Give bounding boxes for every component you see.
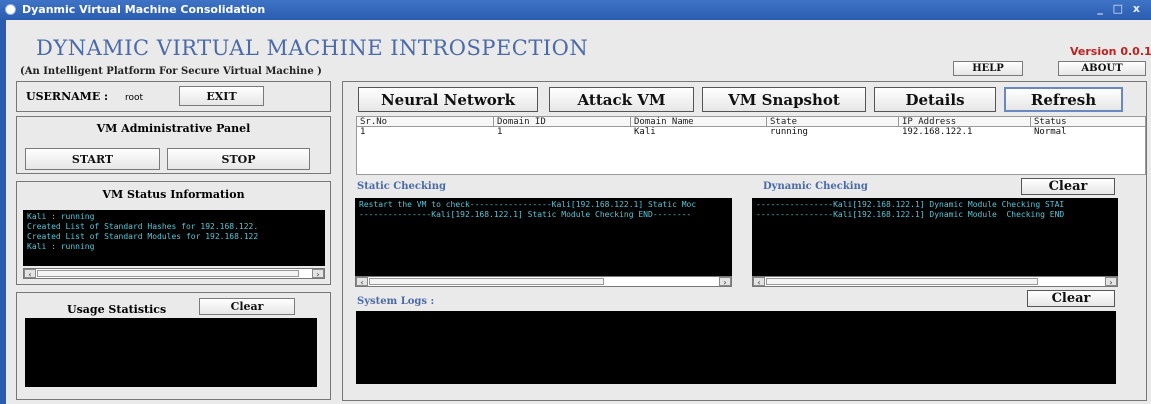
scroll-left-icon[interactable]: ‹ (356, 277, 368, 287)
dynamic-checking-log: ----------------Kali[192.168.122.1] Dyna… (752, 198, 1118, 276)
admin-panel: VM Administrative Panel START STOP (16, 116, 331, 174)
scroll-right-icon[interactable]: › (719, 277, 731, 287)
usage-panel-title: Usage Statistics (67, 303, 167, 316)
about-button[interactable]: ABOUT (1058, 61, 1146, 76)
scroll-left-icon[interactable]: ‹ (753, 277, 765, 287)
column-header-ip-address[interactable]: IP Address (899, 117, 1031, 127)
vm-table: Sr.No Domain ID Domain Name State IP Add… (356, 116, 1146, 175)
user-panel: USERNAME : root EXIT (16, 81, 331, 112)
cell-srno: 1 (360, 127, 366, 137)
refresh-button[interactable]: Refresh (1004, 87, 1123, 112)
attack-vm-button[interactable]: Attack VM (549, 87, 694, 112)
exit-button[interactable]: EXIT (179, 86, 264, 106)
status-panel-title: VM Status Information (102, 188, 245, 201)
stop-button[interactable]: STOP (167, 148, 310, 170)
scroll-right-icon[interactable]: › (312, 269, 324, 279)
dynamic-log-scrollbar[interactable]: ‹ › (752, 276, 1118, 287)
static-checking-title: Static Checking (357, 181, 446, 192)
column-header-srno[interactable]: Sr.No (357, 117, 494, 127)
usage-panel: Usage Statistics Clear (16, 292, 331, 400)
column-header-domain-id[interactable]: Domain ID (494, 117, 631, 127)
page-subtitle: (An Intelligent Platform For Secure Virt… (20, 66, 322, 77)
admin-panel-title: VM Administrative Panel (96, 122, 251, 135)
username-value: root (125, 93, 144, 103)
scroll-right-icon[interactable]: › (1105, 277, 1117, 287)
window-titlebar: Dyanmic Virtual Machine Consolidation _ … (0, 0, 1151, 20)
dynamic-checking-title: Dynamic Checking (763, 181, 868, 192)
scrollbar-thumb[interactable] (369, 278, 604, 285)
cell-domain-id: 1 (497, 127, 503, 137)
status-log: Kali : running Created List of Standard … (23, 210, 325, 266)
username-label: USERNAME : (26, 90, 109, 103)
vm-snapshot-button[interactable]: VM Snapshot (702, 87, 866, 112)
status-panel: VM Status Information Kali : running Cre… (16, 181, 331, 285)
start-button[interactable]: START (25, 148, 160, 170)
scrollbar-thumb[interactable] (766, 278, 1038, 285)
usage-chart-area (25, 318, 317, 387)
details-button[interactable]: Details (874, 87, 996, 112)
column-header-state[interactable]: State (767, 117, 899, 127)
cell-status: Normal (1034, 127, 1067, 137)
column-header-domain-name[interactable]: Domain Name (631, 117, 767, 127)
cell-ip-address: 192.168.122.1 (902, 127, 973, 137)
page-title: DYNAMIC VIRTUAL MACHINE INTROSPECTION (36, 36, 589, 60)
system-logs-title: System Logs : (357, 296, 435, 307)
static-log-scrollbar[interactable]: ‹ › (355, 276, 732, 287)
window-title: Dyanmic Virtual Machine Consolidation (22, 3, 266, 16)
app-icon (5, 4, 16, 15)
static-checking-log: Restart the VM to check-----------------… (355, 198, 732, 276)
system-logs-clear-button[interactable]: Clear (1027, 290, 1115, 307)
scrollbar-thumb[interactable] (37, 270, 299, 277)
window-controls[interactable]: _ □ x (1097, 2, 1143, 15)
neural-network-button[interactable]: Neural Network (358, 87, 538, 112)
system-logs-area (356, 311, 1116, 384)
version-label: Version 0.0.1 (1070, 45, 1151, 58)
help-button[interactable]: HELP (953, 61, 1023, 76)
scroll-left-icon[interactable]: ‹ (24, 269, 36, 279)
cell-state: running (770, 127, 808, 137)
column-header-status[interactable]: Status (1031, 117, 1145, 127)
usage-clear-button[interactable]: Clear (199, 298, 295, 315)
status-log-scrollbar[interactable]: ‹ › (23, 268, 325, 279)
cell-domain-name: Kali (634, 127, 656, 137)
dynamic-clear-button[interactable]: Clear (1021, 178, 1115, 195)
